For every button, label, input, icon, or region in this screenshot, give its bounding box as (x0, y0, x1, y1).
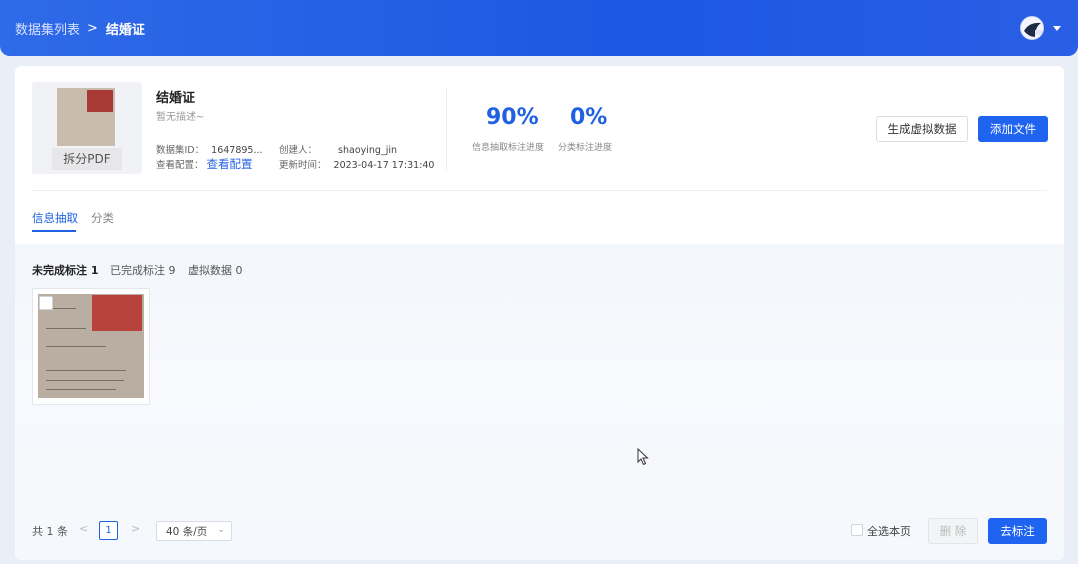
pagination-page-1[interactable]: 1 (99, 521, 118, 540)
filter-virtual-data[interactable]: 虚拟数据 0 (188, 262, 243, 278)
updated-field: 更新时间： 2023-04-17 17:31:40 (279, 157, 434, 171)
section-divider (32, 190, 1047, 191)
top-navigation-bar: 数据集列表 > 结婚证 (0, 0, 1078, 56)
file-card[interactable] (32, 288, 150, 405)
pagination-total: 共 1 条 (32, 525, 68, 538)
extract-progress-value: 90% (486, 105, 539, 130)
filter-completed[interactable]: 已完成标注 9 (110, 262, 176, 278)
page-size-value: 40 条/页 (166, 525, 208, 538)
extract-progress-label: 信息抽取标注进度 (472, 143, 545, 153)
tab-info-extraction[interactable]: 信息抽取 (32, 210, 78, 226)
dataset-id-label: 数据集ID： (156, 145, 205, 156)
breadcrumb-current: 结婚证 (105, 22, 145, 38)
generate-virtual-data-button[interactable]: 生成虚拟数据 (876, 116, 968, 142)
config-label: 查看配置： (156, 160, 204, 171)
next-page-icon[interactable]: > (131, 522, 140, 535)
document-preview (57, 88, 115, 146)
delete-button[interactable]: 删 除 (928, 518, 978, 544)
dataset-detail-card: 拆分PDF 结婚证 暂无描述~ 数据集ID： 1647895... 查看配置： … (15, 66, 1064, 560)
dataset-title: 结婚证 (156, 91, 196, 106)
filter-incomplete[interactable]: 未完成标注 1 (32, 262, 98, 278)
config-field: 查看配置： 查看配置 (156, 156, 253, 172)
dataset-description: 暂无描述~ (156, 112, 205, 123)
updated-value: 2023-04-17 17:31:40 (333, 160, 435, 171)
dataset-id-field: 数据集ID： 1647895... (156, 142, 263, 156)
user-avatar-icon[interactable] (1020, 16, 1044, 40)
dataset-id-value: 1647895... (211, 145, 263, 156)
breadcrumb-dataset-list-link[interactable]: 数据集列表 (15, 19, 80, 38)
creator-label: 创建人： (279, 145, 318, 156)
dataset-thumbnail[interactable]: 拆分PDF (32, 82, 142, 174)
vertical-divider (446, 88, 447, 170)
creator-value: shaoying_jin (338, 145, 398, 156)
breadcrumb: 数据集列表 > 结婚证 (15, 19, 145, 38)
file-thumbnail[interactable] (38, 294, 144, 398)
file-select-checkbox[interactable] (39, 296, 53, 310)
page-size-select[interactable]: 40 条/页 ⌄ (156, 521, 232, 541)
tab-classification[interactable]: 分类 (91, 210, 114, 226)
active-tab-indicator (32, 230, 76, 232)
select-all-label[interactable]: 全选本页 (867, 523, 911, 539)
creator-field: 创建人： shaoying_jin (279, 142, 397, 156)
chevron-down-icon: ⌄ (217, 525, 225, 535)
chevron-down-icon[interactable] (1053, 26, 1061, 31)
go-annotate-button[interactable]: 去标注 (988, 518, 1047, 544)
classify-progress-value: 0% (570, 105, 608, 130)
chevron-right-icon: > (87, 20, 98, 36)
classify-progress-label: 分类标注进度 (558, 143, 613, 153)
mouse-cursor-icon (637, 448, 649, 466)
add-file-button[interactable]: 添加文件 (978, 116, 1048, 142)
split-pdf-button[interactable]: 拆分PDF (52, 148, 122, 170)
prev-page-icon[interactable]: < (79, 522, 88, 535)
content-background (15, 244, 1064, 560)
view-config-link[interactable]: 查看配置 (207, 157, 253, 171)
select-all-checkbox[interactable] (851, 524, 863, 536)
updated-label: 更新时间： (279, 160, 327, 171)
